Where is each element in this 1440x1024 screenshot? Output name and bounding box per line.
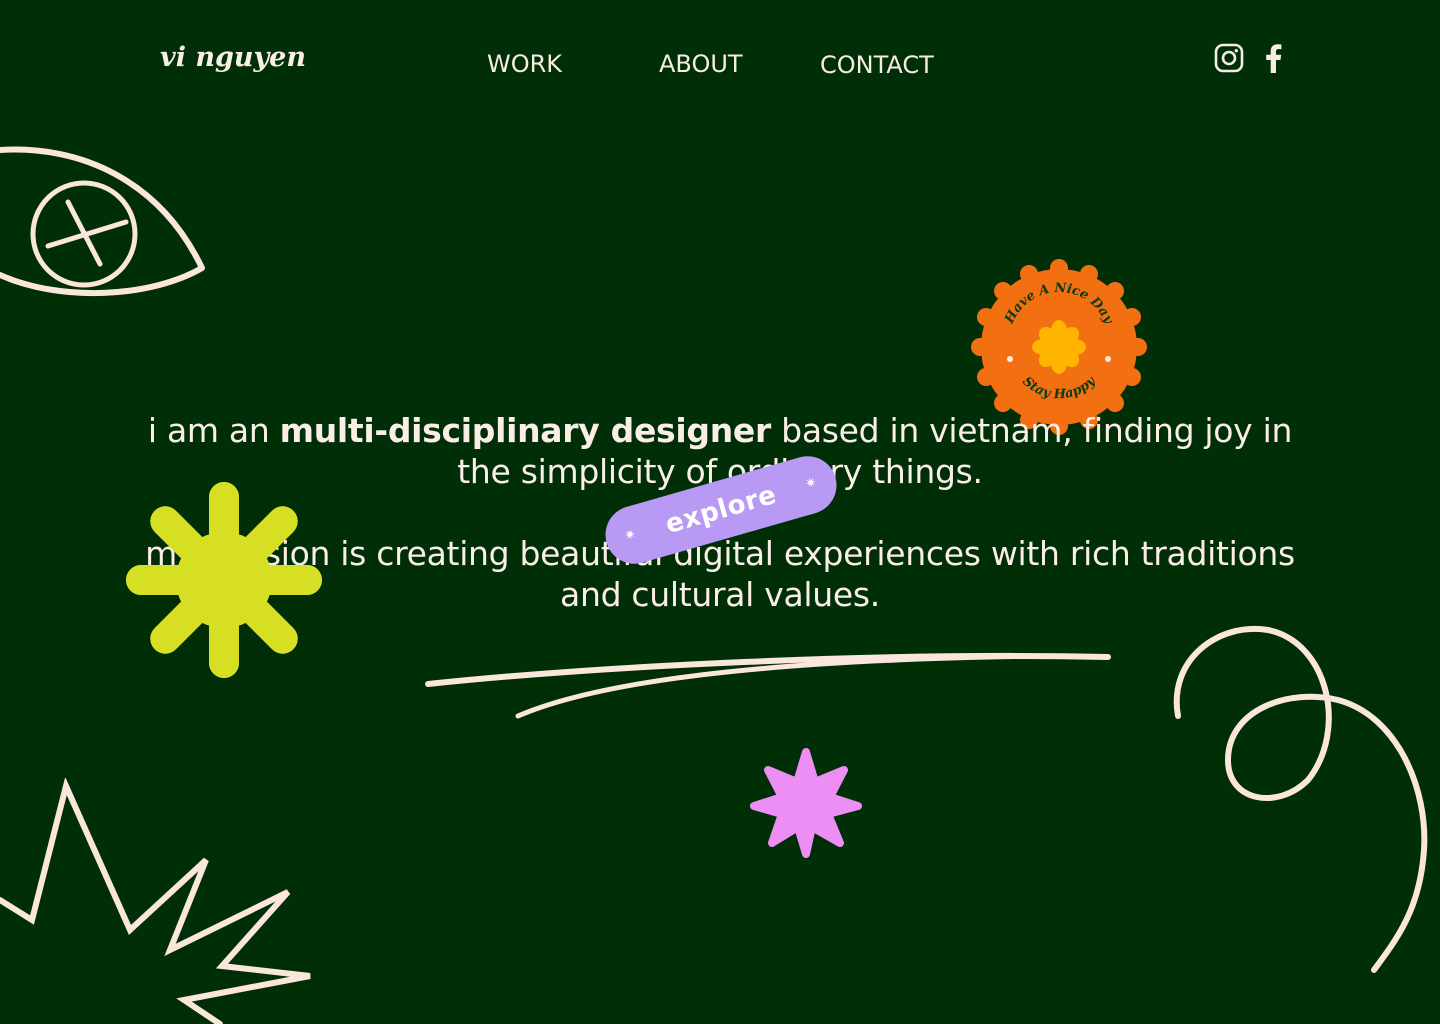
pink-star-decoration	[750, 748, 862, 858]
nav-link-contact[interactable]: CONTACT	[820, 51, 934, 79]
spiky-star-decoration	[0, 778, 311, 1024]
swoosh-underline-decoration	[425, 652, 1111, 719]
hero-emphasis: multi-disciplinary designer	[279, 411, 772, 450]
instagram-icon[interactable]	[1214, 43, 1244, 73]
nav-link-about[interactable]: ABOUT	[659, 50, 743, 78]
facebook-icon[interactable]	[1262, 43, 1284, 73]
eye-decoration	[0, 146, 205, 297]
loop-squiggle-decoration	[1173, 625, 1428, 973]
sparkle-icon: ✷	[803, 474, 819, 493]
sparkle-icon: ✷	[622, 526, 639, 545]
site-logo[interactable]: vi nguyen	[160, 42, 306, 73]
lime-flower-overlay	[126, 482, 322, 678]
nav-link-work[interactable]: WORK	[487, 50, 562, 78]
